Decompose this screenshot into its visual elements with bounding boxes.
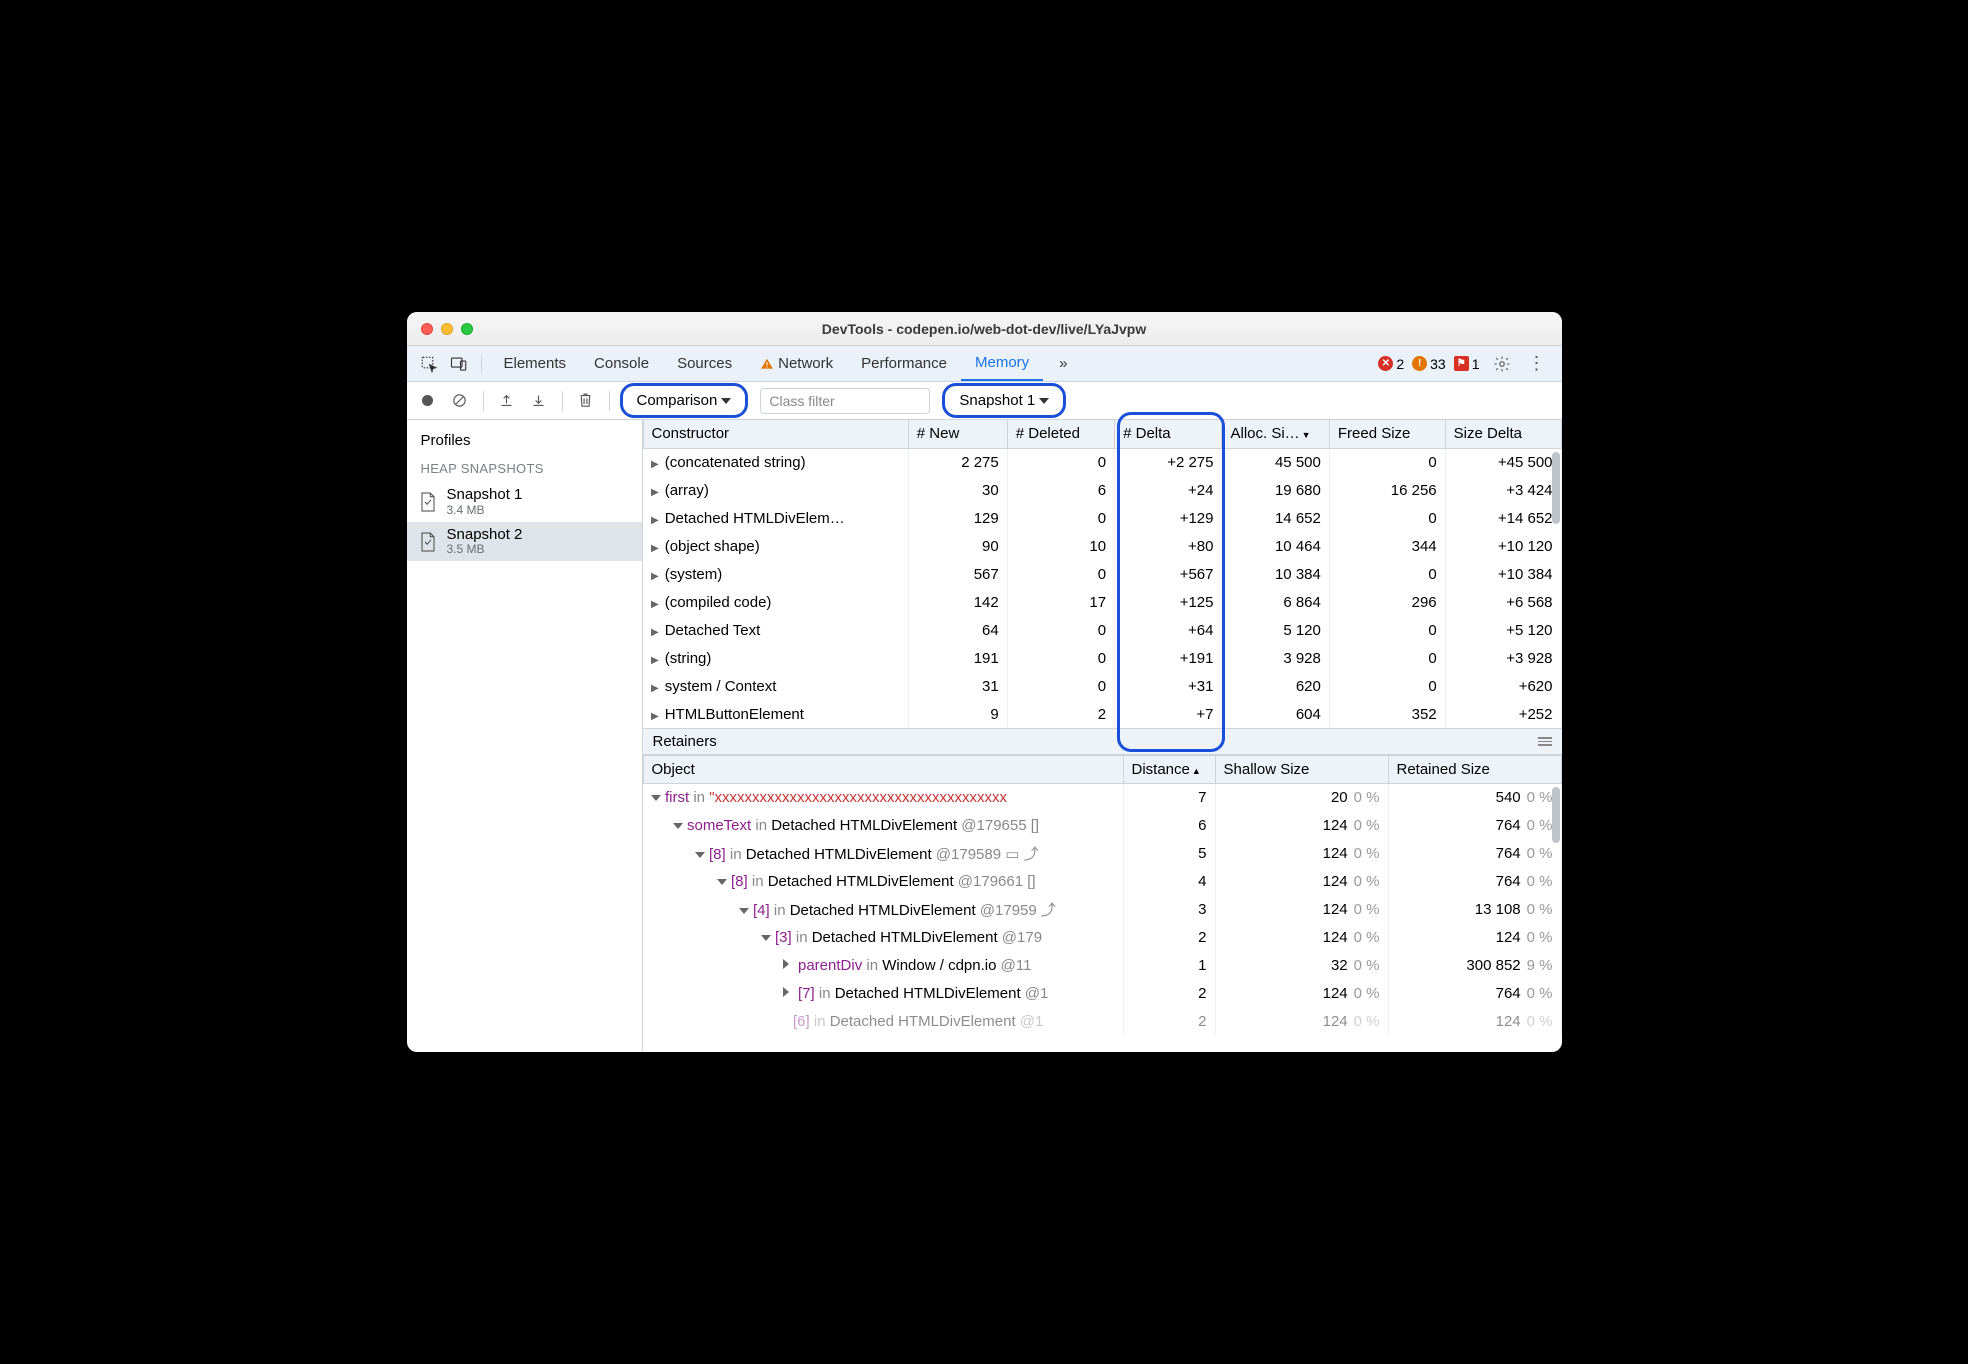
chevron-down-icon (1039, 398, 1049, 404)
retainers-grid: ObjectDistanceShallow SizeRetained Size … (643, 755, 1562, 1052)
devtools-window: DevTools - codepen.io/web-dot-dev/live/L… (407, 312, 1562, 1052)
col-header[interactable]: Alloc. Si… (1222, 420, 1329, 448)
retainer-row[interactable]: first in "xxxxxxxxxxxxxxxxxxxxxxxxxxxxxx… (643, 784, 1561, 812)
col-header[interactable]: Retained Size (1388, 756, 1561, 784)
record-icon[interactable] (415, 388, 441, 414)
base-snapshot-select[interactable]: Snapshot 1 (949, 388, 1059, 413)
snapshot-item[interactable]: Snapshot 23.5 MB (407, 522, 642, 562)
separator (483, 391, 484, 411)
col-header[interactable]: # Delta (1115, 420, 1222, 448)
warnings-badge[interactable]: !33 (1412, 356, 1446, 372)
separator (481, 354, 482, 374)
traffic-lights (407, 323, 473, 335)
tab-sources[interactable]: Sources (663, 346, 746, 381)
panel-tabs: ElementsConsoleSourcesNetworkPerformance… (407, 346, 1562, 382)
col-header[interactable]: Distance (1123, 756, 1215, 784)
col-header[interactable]: Freed Size (1329, 420, 1445, 448)
retainer-row[interactable]: someText in Detached HTMLDivElement @179… (643, 812, 1561, 840)
col-header[interactable]: # New (908, 420, 1007, 448)
download-icon[interactable] (526, 388, 552, 414)
snapshot-item[interactable]: Snapshot 13.4 MB (407, 482, 642, 522)
retainer-row[interactable]: [4] in Detached HTMLDivElement @17959 ⤴3… (643, 896, 1561, 924)
col-header[interactable]: Size Delta (1445, 420, 1561, 448)
tab-performance[interactable]: Performance (847, 346, 961, 381)
tab-console[interactable]: Console (580, 346, 663, 381)
retainer-row[interactable]: [6] in Detached HTMLDivElement @121240 %… (643, 1008, 1561, 1036)
errors-badge[interactable]: ✕2 (1378, 356, 1404, 372)
close-icon[interactable] (421, 323, 433, 335)
window-title: DevTools - codepen.io/web-dot-dev/live/L… (407, 321, 1562, 337)
sidebar-section: HEAP SNAPSHOTS (407, 455, 642, 482)
issues-badge[interactable]: ⚑1 (1454, 356, 1480, 372)
retainers-heading: Retainers (643, 728, 1562, 755)
zoom-icon[interactable] (461, 323, 473, 335)
table-row[interactable]: system / Context310+316200+620 (643, 672, 1561, 700)
table-row[interactable]: (system)5670+56710 3840+10 384 (643, 560, 1561, 588)
table-row[interactable]: (compiled code)14217+1256 864296+6 568 (643, 588, 1561, 616)
retainer-row[interactable]: [8] in Detached HTMLDivElement @179589 ▭… (643, 840, 1561, 868)
file-icon (419, 531, 437, 553)
col-header[interactable]: Constructor (643, 420, 908, 448)
table-row[interactable]: (string)1910+1913 9280+3 928 (643, 644, 1561, 672)
device-icon[interactable] (445, 350, 473, 378)
minimize-icon[interactable] (441, 323, 453, 335)
more-icon[interactable]: ⋮ (1524, 353, 1550, 374)
comparison-grid: Constructor# New# Deleted# DeltaAlloc. S… (643, 420, 1562, 728)
col-header[interactable]: # Deleted (1007, 420, 1114, 448)
table-row[interactable]: Detached Text640+645 1200+5 120 (643, 616, 1561, 644)
upload-icon[interactable] (494, 388, 520, 414)
settings-icon[interactable] (1488, 350, 1516, 378)
table-row[interactable]: Detached HTMLDivElem…1290+12914 6520+14 … (643, 504, 1561, 532)
table-row[interactable]: (object shape)9010+8010 464344+10 120 (643, 532, 1561, 560)
sidebar-heading: Profiles (407, 426, 642, 455)
chevron-down-icon (721, 398, 731, 404)
main-content: Constructor# New# Deleted# DeltaAlloc. S… (643, 420, 1562, 1052)
comparison-highlight: Comparison (620, 383, 749, 418)
view-mode-select[interactable]: Comparison (627, 388, 742, 413)
scrollbar[interactable] (1552, 452, 1560, 524)
titlebar: DevTools - codepen.io/web-dot-dev/live/L… (407, 312, 1562, 346)
memory-toolbar: Comparison Class filter Snapshot 1 (407, 382, 1562, 420)
tab-network[interactable]: Network (746, 346, 847, 381)
file-icon (419, 491, 437, 513)
retainer-row[interactable]: parentDiv in Window / cdpn.io @111320 %3… (643, 952, 1561, 980)
retainer-row[interactable]: [7] in Detached HTMLDivElement @121240 %… (643, 980, 1561, 1008)
inspect-icon[interactable] (415, 350, 443, 378)
class-filter-input[interactable]: Class filter (760, 388, 930, 414)
retainer-row[interactable]: [8] in Detached HTMLDivElement @179661 [… (643, 868, 1561, 896)
table-row[interactable]: HTMLButtonElement92+7604352+252 (643, 700, 1561, 728)
tab-memory[interactable]: Memory (961, 346, 1043, 381)
tabs-overflow[interactable]: » (1045, 346, 1081, 381)
separator (562, 391, 563, 411)
profiles-sidebar: Profiles HEAP SNAPSHOTS Snapshot 13.4 MB… (407, 420, 643, 1052)
retainers-menu-icon[interactable] (1538, 737, 1552, 746)
base-snapshot-highlight: Snapshot 1 (942, 383, 1066, 418)
clear-icon[interactable] (447, 388, 473, 414)
scrollbar[interactable] (1552, 787, 1560, 843)
table-row[interactable]: (concatenated string)2 2750+2 27545 5000… (643, 448, 1561, 476)
separator (609, 391, 610, 411)
retainer-row[interactable]: [3] in Detached HTMLDivElement @17921240… (643, 924, 1561, 952)
tab-elements[interactable]: Elements (490, 346, 581, 381)
table-row[interactable]: (array)306+2419 68016 256+3 424 (643, 476, 1561, 504)
col-header[interactable]: Shallow Size (1215, 756, 1388, 784)
col-header[interactable]: Object (643, 756, 1123, 784)
gc-icon[interactable] (573, 388, 599, 414)
